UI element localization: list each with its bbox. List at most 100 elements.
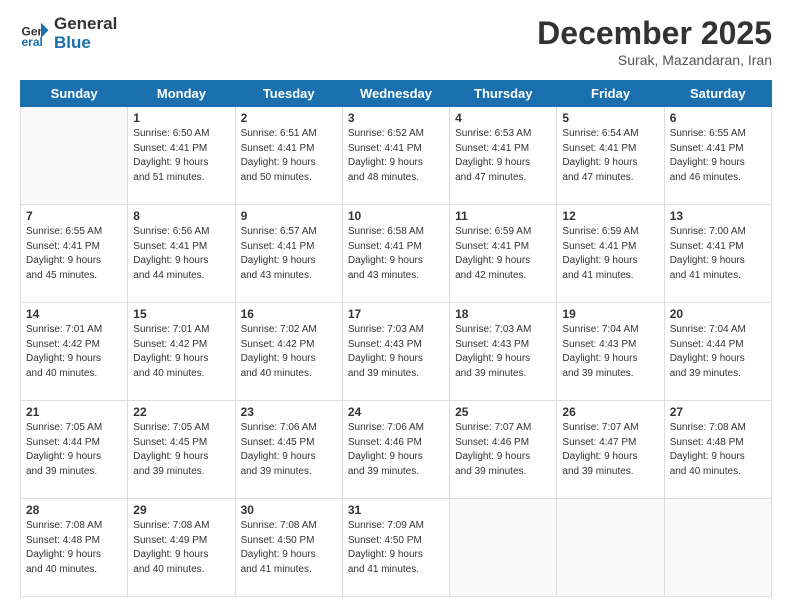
day-number: 18 bbox=[455, 307, 551, 321]
calendar-cell: 1Sunrise: 6:50 AM Sunset: 4:41 PM Daylig… bbox=[128, 107, 235, 205]
calendar-cell: 29 Sunrise: 7:08 AM Sunset: 4:49 PM Dayli… bbox=[128, 499, 235, 597]
day-number: 5 bbox=[562, 111, 658, 125]
day-info: Sunrise: 6:55 AM Sunset: 4:41 PM Dayligh… bbox=[26, 225, 122, 283]
day-info: Sunrise: 7:01 AM Sunset: 4:42 PM Dayligh… bbox=[26, 323, 122, 381]
day-info: Sunrise: 7:05 AM Sunset: 4:45 PM Dayligh… bbox=[133, 421, 229, 479]
day-number: 16 bbox=[241, 307, 337, 321]
day-info: Sunrise: 6:55 AM Sunset: 4:41 PM Dayligh… bbox=[670, 127, 766, 185]
calendar-cell: 10Sunrise: 6:58 AM Sunset: 4:41 PM Dayli… bbox=[342, 205, 449, 303]
day-info: Sunrise: 7:06 AM Sunset: 4:46 PM Dayligh… bbox=[348, 421, 444, 479]
day-info: Sunrise: 6:54 AM Sunset: 4:41 PM Dayligh… bbox=[562, 127, 658, 185]
weekday-header: Tuesday bbox=[235, 81, 342, 107]
calendar-cell bbox=[21, 107, 128, 205]
page-header: Gen eral General Blue December 2025 Sura… bbox=[20, 15, 772, 68]
calendar-cell: 19 Sunrise: 7:04 AM Sunset: 4:43 PM Dayli… bbox=[557, 303, 664, 401]
calendar-cell: 26 Sunrise: 7:07 AM Sunset: 4:47 PM Dayli… bbox=[557, 401, 664, 499]
day-info: Sunrise: 7:03 AM Sunset: 4:43 PM Dayligh… bbox=[348, 323, 444, 381]
calendar-cell bbox=[664, 499, 771, 597]
calendar-cell: 12 Sunrise: 6:59 AM Sunset: 4:41 PM Dayli… bbox=[557, 205, 664, 303]
calendar-cell bbox=[557, 499, 664, 597]
day-info: Sunrise: 7:05 AM Sunset: 4:44 PM Dayligh… bbox=[26, 421, 122, 479]
day-number: 23 bbox=[241, 405, 337, 419]
day-number: 30 bbox=[241, 503, 337, 517]
weekday-header: Wednesday bbox=[342, 81, 449, 107]
day-number: 24 bbox=[348, 405, 444, 419]
day-number: 2 bbox=[241, 111, 337, 125]
day-number: 28 bbox=[26, 503, 122, 517]
day-info: Sunrise: 7:08 AM Sunset: 4:48 PM Dayligh… bbox=[26, 519, 122, 577]
calendar-cell: 30 Sunrise: 7:08 AM Sunset: 4:50 PM Dayli… bbox=[235, 499, 342, 597]
calendar-cell: 13 Sunrise: 7:00 AM Sunset: 4:41 PM Dayli… bbox=[664, 205, 771, 303]
day-number: 22 bbox=[133, 405, 229, 419]
day-number: 31 bbox=[348, 503, 444, 517]
calendar-cell: 18 Sunrise: 7:03 AM Sunset: 4:43 PM Dayli… bbox=[450, 303, 557, 401]
day-number: 17 bbox=[348, 307, 444, 321]
calendar-cell: 11Sunrise: 6:59 AM Sunset: 4:41 PM Dayli… bbox=[450, 205, 557, 303]
svg-text:eral: eral bbox=[22, 35, 43, 49]
location-subtitle: Surak, Mazandaran, Iran bbox=[537, 52, 772, 68]
calendar-cell: 14 Sunrise: 7:01 AM Sunset: 4:42 PM Dayli… bbox=[21, 303, 128, 401]
day-number: 9 bbox=[241, 209, 337, 223]
weekday-header: Sunday bbox=[21, 81, 128, 107]
day-info: Sunrise: 7:04 AM Sunset: 4:44 PM Dayligh… bbox=[670, 323, 766, 381]
day-info: Sunrise: 7:08 AM Sunset: 4:49 PM Dayligh… bbox=[133, 519, 229, 577]
calendar-cell: 17 Sunrise: 7:03 AM Sunset: 4:43 PM Dayli… bbox=[342, 303, 449, 401]
calendar-week-row: 1Sunrise: 6:50 AM Sunset: 4:41 PM Daylig… bbox=[21, 107, 772, 205]
day-number: 8 bbox=[133, 209, 229, 223]
day-info: Sunrise: 6:57 AM Sunset: 4:41 PM Dayligh… bbox=[241, 225, 337, 283]
calendar-cell: 15 Sunrise: 7:01 AM Sunset: 4:42 PM Dayli… bbox=[128, 303, 235, 401]
calendar-cell: 9 Sunrise: 6:57 AM Sunset: 4:41 PM Daylig… bbox=[235, 205, 342, 303]
day-number: 3 bbox=[348, 111, 444, 125]
calendar-cell: 21 Sunrise: 7:05 AM Sunset: 4:44 PM Dayli… bbox=[21, 401, 128, 499]
day-number: 4 bbox=[455, 111, 551, 125]
day-number: 10 bbox=[348, 209, 444, 223]
day-info: Sunrise: 7:03 AM Sunset: 4:43 PM Dayligh… bbox=[455, 323, 551, 381]
day-number: 19 bbox=[562, 307, 658, 321]
day-number: 11 bbox=[455, 209, 551, 223]
day-info: Sunrise: 6:51 AM Sunset: 4:41 PM Dayligh… bbox=[241, 127, 337, 185]
day-number: 26 bbox=[562, 405, 658, 419]
calendar-table: SundayMondayTuesdayWednesdayThursdayFrid… bbox=[20, 80, 772, 597]
day-info: Sunrise: 7:08 AM Sunset: 4:50 PM Dayligh… bbox=[241, 519, 337, 577]
day-info: Sunrise: 7:01 AM Sunset: 4:42 PM Dayligh… bbox=[133, 323, 229, 381]
calendar-cell bbox=[450, 499, 557, 597]
calendar-cell: 27 Sunrise: 7:08 AM Sunset: 4:48 PM Dayli… bbox=[664, 401, 771, 499]
calendar-cell: 16Sunrise: 7:02 AM Sunset: 4:42 PM Dayli… bbox=[235, 303, 342, 401]
calendar-week-row: 21 Sunrise: 7:05 AM Sunset: 4:44 PM Dayli… bbox=[21, 401, 772, 499]
day-number: 13 bbox=[670, 209, 766, 223]
day-number: 12 bbox=[562, 209, 658, 223]
day-info: Sunrise: 7:00 AM Sunset: 4:41 PM Dayligh… bbox=[670, 225, 766, 283]
calendar-cell: 25Sunrise: 7:07 AM Sunset: 4:46 PM Dayli… bbox=[450, 401, 557, 499]
day-info: Sunrise: 6:53 AM Sunset: 4:41 PM Dayligh… bbox=[455, 127, 551, 185]
calendar-cell: 22 Sunrise: 7:05 AM Sunset: 4:45 PM Dayli… bbox=[128, 401, 235, 499]
calendar-cell: 31 Sunrise: 7:09 AM Sunset: 4:50 PM Dayli… bbox=[342, 499, 449, 597]
day-info: Sunrise: 7:09 AM Sunset: 4:50 PM Dayligh… bbox=[348, 519, 444, 577]
calendar-cell: 24 Sunrise: 7:06 AM Sunset: 4:46 PM Dayli… bbox=[342, 401, 449, 499]
day-number: 29 bbox=[133, 503, 229, 517]
day-info: Sunrise: 6:52 AM Sunset: 4:41 PM Dayligh… bbox=[348, 127, 444, 185]
day-number: 15 bbox=[133, 307, 229, 321]
title-block: December 2025 Surak, Mazandaran, Iran bbox=[537, 15, 772, 68]
calendar-week-row: 28 Sunrise: 7:08 AM Sunset: 4:48 PM Dayli… bbox=[21, 499, 772, 597]
calendar-cell: 28 Sunrise: 7:08 AM Sunset: 4:48 PM Dayli… bbox=[21, 499, 128, 597]
day-number: 21 bbox=[26, 405, 122, 419]
weekday-header: Friday bbox=[557, 81, 664, 107]
calendar-week-row: 14 Sunrise: 7:01 AM Sunset: 4:42 PM Dayli… bbox=[21, 303, 772, 401]
day-info: Sunrise: 6:59 AM Sunset: 4:41 PM Dayligh… bbox=[562, 225, 658, 283]
day-info: Sunrise: 6:50 AM Sunset: 4:41 PM Dayligh… bbox=[133, 127, 229, 185]
day-info: Sunrise: 7:07 AM Sunset: 4:47 PM Dayligh… bbox=[562, 421, 658, 479]
day-number: 20 bbox=[670, 307, 766, 321]
calendar-cell: 3 Sunrise: 6:52 AM Sunset: 4:41 PM Daylig… bbox=[342, 107, 449, 205]
logo-icon: Gen eral bbox=[20, 19, 50, 49]
calendar-cell: 20 Sunrise: 7:04 AM Sunset: 4:44 PM Dayli… bbox=[664, 303, 771, 401]
day-info: Sunrise: 7:04 AM Sunset: 4:43 PM Dayligh… bbox=[562, 323, 658, 381]
day-info: Sunrise: 7:08 AM Sunset: 4:48 PM Dayligh… bbox=[670, 421, 766, 479]
month-title: December 2025 bbox=[537, 15, 772, 52]
calendar-cell: 2 Sunrise: 6:51 AM Sunset: 4:41 PM Daylig… bbox=[235, 107, 342, 205]
day-info: Sunrise: 6:56 AM Sunset: 4:41 PM Dayligh… bbox=[133, 225, 229, 283]
weekday-header: Saturday bbox=[664, 81, 771, 107]
day-number: 27 bbox=[670, 405, 766, 419]
calendar-cell: 8 Sunrise: 6:56 AM Sunset: 4:41 PM Daylig… bbox=[128, 205, 235, 303]
calendar-week-row: 7Sunrise: 6:55 AM Sunset: 4:41 PM Daylig… bbox=[21, 205, 772, 303]
day-number: 14 bbox=[26, 307, 122, 321]
